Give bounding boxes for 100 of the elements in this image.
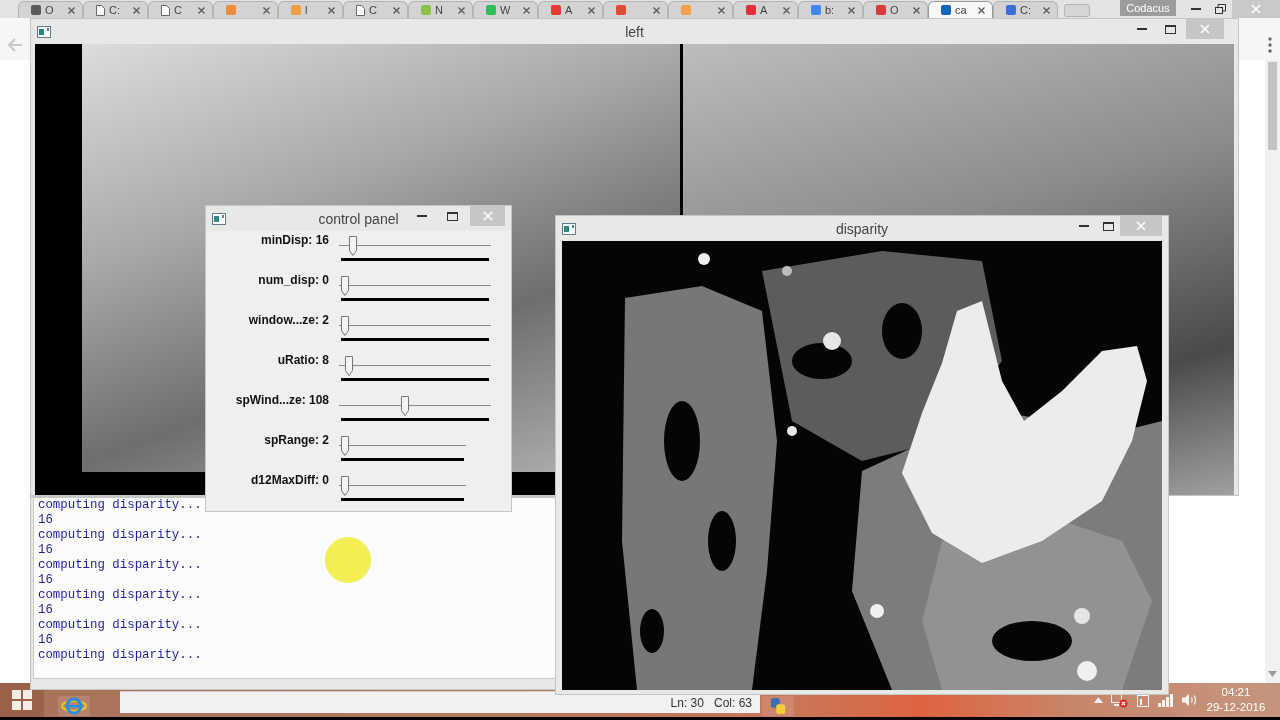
slider-thumb[interactable] (341, 316, 349, 336)
restore-icon (1214, 4, 1226, 14)
close-icon[interactable] (848, 6, 855, 14)
close-icon[interactable] (913, 6, 920, 14)
console-line: 16 (38, 603, 54, 618)
menu-icon[interactable] (1268, 37, 1272, 53)
slider-track[interactable] (339, 276, 491, 296)
slider-label: num_disp: 0 (258, 273, 329, 287)
close-icon[interactable] (133, 6, 140, 14)
console-line: computing disparity... (38, 588, 203, 603)
console-line: 16 (38, 543, 54, 558)
slider-label: uRatio: 8 (277, 353, 329, 367)
browser-logo-icon (61, 697, 87, 715)
window-title: left (625, 23, 644, 40)
close-icon (482, 211, 493, 221)
slider-label: spRange: 2 (264, 433, 329, 447)
slider-label: window...ze: 2 (248, 313, 329, 327)
slider-thumb[interactable] (341, 276, 349, 296)
speaker-icon[interactable] (1182, 693, 1198, 707)
slider-thumb[interactable] (349, 236, 358, 256)
minimize-icon (1137, 28, 1147, 30)
close-icon[interactable] (458, 6, 465, 14)
close-icon (1136, 221, 1146, 231)
slider-track[interactable] (339, 476, 466, 496)
scrollbar-thumb[interactable] (1268, 62, 1277, 150)
console-line: computing disparity... (38, 648, 203, 663)
slider-label: d12MaxDiff: 0 (250, 473, 329, 487)
browser-tab[interactable]: A (733, 1, 798, 18)
battery-icon[interactable] (1136, 692, 1150, 708)
browser-tab[interactable]: A (538, 1, 603, 18)
signal-bars-icon[interactable] (1158, 693, 1174, 707)
maximize-icon (1102, 221, 1114, 231)
close-icon[interactable] (523, 6, 530, 14)
console-line: 16 (38, 573, 54, 588)
browser-tab[interactable]: l (278, 1, 343, 18)
page-icon (356, 4, 365, 16)
console-line: 16 (38, 513, 54, 528)
slider-track[interactable] (339, 316, 491, 336)
browser-tab[interactable]: W (473, 1, 538, 18)
slider-label: minDisp: 16 (261, 233, 329, 247)
window-icon (37, 25, 51, 38)
slider-thumb[interactable] (341, 436, 349, 456)
browser-tab[interactable]: O (863, 1, 928, 18)
browser-tab[interactable]: N (408, 1, 473, 18)
window-icon (212, 212, 226, 225)
browser-tab[interactable]: C: (83, 1, 148, 18)
slider-track[interactable] (339, 396, 491, 416)
network-error-icon[interactable] (1111, 692, 1128, 708)
browser-tab[interactable]: C (148, 1, 213, 18)
minimize-icon (1079, 225, 1089, 227)
minimize-icon (1191, 8, 1201, 10)
browser-tab[interactable]: C (343, 1, 408, 18)
cursor-line-label: Ln: 30 (670, 695, 704, 710)
page-icon (96, 4, 105, 16)
browser-tab[interactable]: O (18, 1, 83, 18)
start-button[interactable] (0, 683, 44, 717)
close-icon[interactable] (328, 6, 335, 14)
slider-thumb[interactable] (341, 476, 349, 496)
clock-date: 29-12-2016 (1206, 700, 1266, 715)
caret-up-icon[interactable] (1094, 697, 1103, 703)
close-icon[interactable] (263, 6, 270, 14)
browser-tab[interactable]: b: (798, 1, 863, 18)
cursor-column-label: Col: 63 (713, 695, 752, 710)
slider-track[interactable] (339, 236, 491, 256)
window-icon (562, 222, 576, 235)
close-icon[interactable] (1043, 6, 1050, 14)
close-icon[interactable] (198, 6, 205, 14)
minimize-icon (417, 215, 427, 217)
slider-track[interactable] (339, 356, 491, 376)
browser-tab[interactable]: C: (993, 1, 1058, 18)
slider-label: spWind...ze: 108 (235, 393, 329, 407)
console-line: computing disparity... (38, 558, 203, 573)
console-line: computing disparity... (38, 618, 203, 633)
browser-tab[interactable]: ca (928, 1, 993, 18)
maximize-icon (1164, 24, 1176, 34)
close-icon (1251, 4, 1261, 14)
browser-tab[interactable] (603, 1, 668, 18)
close-icon[interactable] (588, 6, 595, 14)
console-line: computing disparity... (38, 528, 203, 543)
slider-thumb[interactable] (345, 356, 354, 376)
close-icon (1200, 24, 1210, 34)
app-logo-icon (769, 697, 787, 715)
window-title: disparity (835, 220, 889, 237)
slider-thumb[interactable] (401, 396, 410, 416)
scrollbar[interactable] (1265, 60, 1280, 683)
close-icon[interactable] (68, 6, 75, 14)
console-line: 16 (38, 633, 54, 648)
close-icon[interactable] (718, 6, 725, 14)
close-icon[interactable] (653, 6, 660, 14)
slider-track[interactable] (339, 436, 466, 456)
clock-time: 04:21 (1221, 685, 1251, 700)
taskbar-app-button[interactable] (762, 696, 794, 716)
close-icon[interactable] (978, 6, 985, 14)
close-icon[interactable] (393, 6, 400, 14)
page-icon (161, 4, 170, 16)
close-icon[interactable] (783, 6, 790, 14)
cursor-highlight-icon (325, 537, 371, 583)
console-line: computing disparity... (38, 498, 203, 513)
scroll-down-arrow-icon[interactable] (1268, 671, 1277, 677)
taskbar-app-button[interactable] (58, 696, 90, 716)
